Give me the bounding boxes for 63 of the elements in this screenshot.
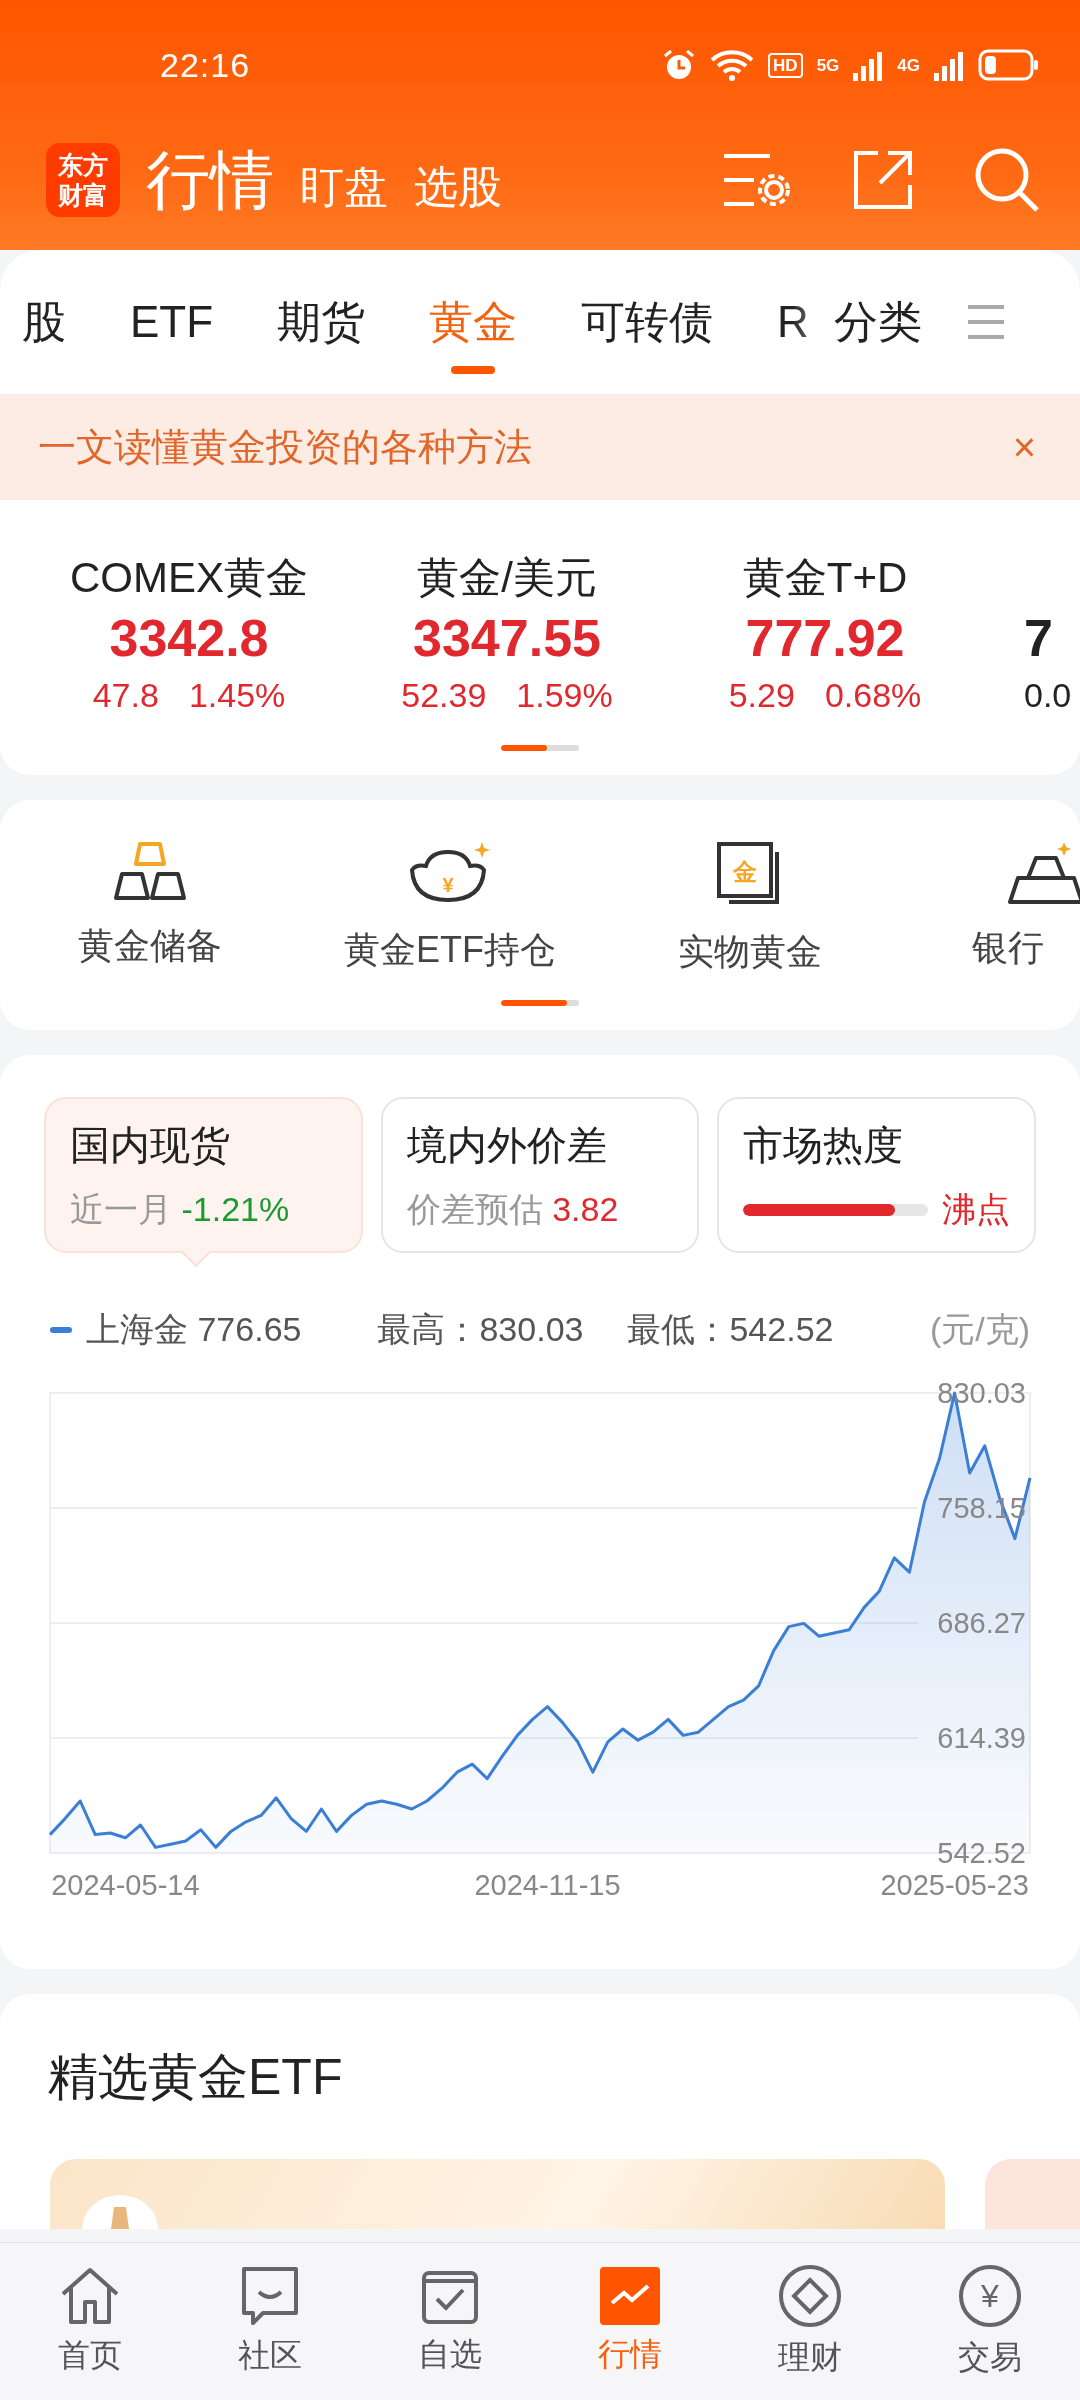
- signal-icon: [853, 49, 884, 81]
- high-value: 最高：830.03: [377, 1309, 584, 1350]
- metric-tab[interactable]: 境内外价差 价差预估 3.82: [380, 1097, 700, 1253]
- nav-item[interactable]: 理财: [720, 2243, 900, 2400]
- axis-label: 686.27: [937, 1607, 1026, 1639]
- quote-price[interactable]: 777.92: [745, 608, 905, 668]
- low-value: 最低：542.52: [627, 1309, 834, 1350]
- quote-change: 47.8: [92, 676, 159, 715]
- search-icon[interactable]: [974, 147, 1040, 213]
- legend-text: 上海金 776.65: [86, 1309, 302, 1350]
- shortcut-item[interactable]: ¥ 黄金ETF持仓: [300, 840, 600, 1000]
- category-tab[interactable]: 股: [22, 270, 66, 374]
- bar-stack-icon: [1008, 840, 1080, 906]
- coin-icon: ¥: [958, 2263, 1022, 2328]
- hd-label: HD: [768, 52, 803, 78]
- list-settings-icon[interactable]: [722, 152, 792, 208]
- axis-label: 2024-05-14: [51, 1869, 200, 1901]
- quote-percent: 0.68%: [824, 676, 922, 715]
- status-time: 22:16: [160, 45, 251, 85]
- quote-change: 0.0: [1024, 676, 1072, 715]
- quote-change: 52.39: [401, 676, 487, 715]
- chat-icon: [241, 2265, 299, 2326]
- shortcut-item[interactable]: 金 实物黄金: [600, 840, 900, 1000]
- menu-icon[interactable]: [966, 304, 1006, 340]
- quote-name: 黄金/美元: [417, 553, 597, 600]
- section-title: 精选黄金ETF: [47, 2048, 344, 2107]
- quote-percent: 1.45%: [188, 676, 286, 715]
- shortcut-item[interactable]: 银行: [972, 840, 1080, 1000]
- quote-price[interactable]: 3347.55: [413, 608, 601, 668]
- axis-label: 2025-05-23: [880, 1869, 1029, 1901]
- trend-icon: [600, 2266, 660, 2325]
- network-label: 5G: [816, 56, 840, 74]
- nav-item[interactable]: 首页: [0, 2243, 180, 2400]
- shortcut-item[interactable]: 黄金储备: [0, 840, 300, 1000]
- axis-label: 614.39: [937, 1722, 1026, 1754]
- quote-name: COMEX黄金: [70, 553, 308, 600]
- legend-marker: [50, 1327, 72, 1333]
- fund-icon: [80, 2193, 160, 2229]
- page-title: 行情: [146, 142, 274, 218]
- category-tab[interactable]: 可转债: [581, 270, 714, 374]
- unit-label: (元/克): [929, 1309, 1030, 1350]
- quote-price[interactable]: 3342.8: [109, 608, 269, 668]
- category-tab[interactable]: ETF: [130, 275, 214, 369]
- home-icon: [59, 2265, 121, 2326]
- quote-price[interactable]: 7: [1024, 608, 1053, 668]
- category-tab[interactable]: 期货: [277, 270, 366, 374]
- app-logo: 东方财富: [46, 143, 120, 217]
- nav-item[interactable]: 社区: [180, 2243, 360, 2400]
- axis-label: 830.03: [937, 1377, 1026, 1409]
- alarm-icon: [662, 48, 697, 82]
- quote-change: 5.29: [728, 676, 795, 715]
- nav-item[interactable]: ¥ 交易: [900, 2243, 1080, 2400]
- network-label: 4G: [897, 56, 920, 74]
- wifi-icon: [710, 48, 755, 82]
- metric-tab[interactable]: 市场热度 沸点: [717, 1097, 1036, 1253]
- axis-label: 542.52: [937, 1837, 1026, 1869]
- axis-label: 2024-11-15: [474, 1869, 621, 1901]
- quote-name: 黄金T+D: [742, 553, 908, 600]
- share-icon[interactable]: [852, 149, 914, 211]
- quote-percent: 1.59%: [516, 676, 613, 715]
- battery-icon: [978, 49, 1040, 81]
- nav-item[interactable]: 自选: [360, 2243, 540, 2400]
- signal-icon: [934, 49, 964, 81]
